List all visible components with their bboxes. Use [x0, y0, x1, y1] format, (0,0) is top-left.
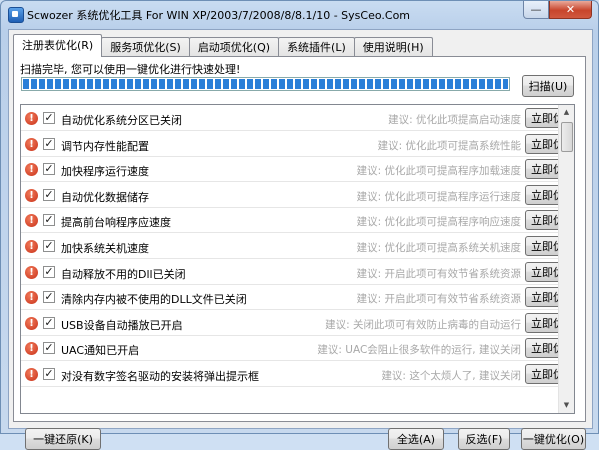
list-item: ! ✓ 加快程序运行速度 建议: 优化此项可提高程序加载速度 立即优化 [21, 157, 574, 183]
restore-button[interactable]: 一键还原(K) [25, 428, 101, 450]
item-label: 加快系统关机速度 [61, 242, 149, 255]
list-item: ! ✓ 调节内存性能配置 建议: 优化此项可提高系统性能 立即优化 [21, 132, 574, 157]
list-item: ! ✓ 加快系统关机速度 建议: 优化此项可提高系统关机速度 立即优化 [21, 234, 574, 259]
warning-icon: ! [25, 137, 38, 151]
scroll-down-icon[interactable]: ▼ [559, 398, 574, 413]
item-checkbox[interactable]: ✓ [43, 291, 55, 304]
progress-fill [23, 79, 508, 89]
list-item: ! ✓ USB设备自动播放已开启 建议: 关闭此项可有效防止病毒的自动运行 立即优化 [21, 311, 574, 336]
item-label: 自动优化系统分区已关闭 [61, 114, 182, 127]
warning-icon: ! [25, 188, 38, 202]
optimization-list: ! ✓ 自动优化系统分区已关闭 建议: 优化此项提高启动速度 立即优化! ✓ 调节内存性能配… [20, 104, 575, 414]
select-all-button[interactable]: 全选(A) [388, 428, 444, 450]
minimize-button[interactable]: — [523, 1, 549, 19]
warning-icon: ! [25, 112, 38, 125]
list-item: ! ✓ 自动优化系统分区已关闭 建议: 优化此项提高启动速度 立即优化 [21, 106, 574, 131]
item-checkbox[interactable]: ✓ [43, 265, 55, 278]
window-title: Scwozer 系统优化工具 For WIN XP/2003/7/2008/8/… [27, 9, 411, 22]
tab-bar: 注册表优化(R) 服务项优化(S) 启动项优化(Q) 系统插件(L) 使用说明(… [13, 34, 433, 57]
tab-help[interactable]: 使用说明(H) [353, 37, 433, 57]
item-advice: 建议: 优化此项可提高程序加载速度 [356, 165, 521, 178]
warning-icon: ! [25, 163, 38, 177]
item-checkbox[interactable]: ✓ [43, 163, 55, 176]
warning-icon: ! [25, 214, 38, 228]
warning-icon: ! [25, 316, 38, 330]
list-item: ! ✓ UAC通知已开启 建议: UAC会阻止很多软件的运行, 建议关闭 立即优化 [21, 336, 574, 362]
tab-registry[interactable]: 注册表优化(R) [13, 34, 103, 57]
scroll-thumb[interactable] [561, 122, 573, 152]
main-window: Scwozer 系统优化工具 For WIN XP/2003/7/2008/8/… [0, 0, 599, 450]
registry-panel: 扫描完毕, 您可以使用一键优化进行快速处理! 扫描(U) ! ✓ 自动优化系统分区已… [13, 56, 586, 450]
item-label: 清除内存内被不使用的DLL文件已关闭 [61, 293, 247, 307]
warning-icon: ! [25, 368, 38, 381]
item-checkbox[interactable]: ✓ [43, 368, 55, 380]
vertical-scrollbar[interactable]: ▲ ▼ [558, 105, 574, 413]
tab-startup[interactable]: 启动项优化(Q) [188, 37, 280, 57]
warning-icon: ! [25, 342, 38, 356]
item-advice: 建议: 优化此项提高启动速度 [388, 114, 521, 126]
item-advice: 建议: 这个太烦人了, 建议关闭 [381, 370, 521, 382]
item-checkbox[interactable]: ✓ [43, 112, 55, 124]
item-advice: 建议: UAC会阻止很多软件的运行, 建议关闭 [317, 344, 521, 357]
list-item: ! ✓ 清除内存内被不使用的DLL文件已关闭 建议: 开启此项可有效节省系统资源 立即优… [21, 285, 574, 311]
item-checkbox[interactable]: ✓ [43, 316, 55, 329]
item-checkbox[interactable]: ✓ [43, 137, 55, 150]
tab-plugins[interactable]: 系统插件(L) [278, 37, 355, 57]
item-label: 自动释放不用的Dll已关闭 [61, 267, 186, 281]
item-checkbox[interactable]: ✓ [43, 188, 55, 201]
item-advice: 建议: 优化此项可提高程序响应速度 [356, 216, 521, 229]
tab-services[interactable]: 服务项优化(S) [101, 37, 190, 57]
app-icon [8, 7, 24, 23]
item-advice: 建议: 开启此项可有效节省系统资源 [356, 293, 521, 306]
list-item: ! ✓ 对没有数字签名驱动的安装将弹出提示框 建议: 这个太烦人了, 建议关闭 立即优化 [21, 362, 574, 387]
item-advice: 建议: 关闭此项可有效防止病毒的自动运行 [325, 318, 521, 331]
invert-selection-button[interactable]: 反选(F) [458, 428, 510, 450]
client-area: 注册表优化(R) 服务项优化(S) 启动项优化(Q) 系统插件(L) 使用说明(… [8, 29, 593, 450]
scroll-up-icon[interactable]: ▲ [559, 105, 574, 120]
list-item: ! ✓ 提高前台响程序应速度 建议: 优化此项可提高程序响应速度 立即优化 [21, 208, 574, 234]
item-label: 自动优化数据储存 [61, 190, 149, 204]
item-advice: 建议: 优化此项可提高系统性能 [377, 139, 521, 152]
warning-icon: ! [25, 265, 38, 279]
optimize-all-button[interactable]: 一键优化(O) [521, 428, 586, 450]
item-checkbox[interactable]: ✓ [43, 214, 55, 227]
item-label: USB设备自动播放已开启 [61, 318, 183, 332]
item-label: 提高前台响程序应速度 [61, 216, 171, 230]
item-label: 加快程序运行速度 [61, 165, 149, 179]
window-controls: — ✕ [523, 1, 592, 19]
item-checkbox[interactable]: ✓ [43, 342, 55, 355]
item-advice: 建议: 优化此项可提高系统关机速度 [356, 242, 521, 254]
scan-progress-bar [21, 77, 510, 91]
item-label: 调节内存性能配置 [61, 139, 149, 153]
list-item: ! ✓ 自动释放不用的Dll已关闭 建议: 开启此项可有效节省系统资源 立即优化 [21, 260, 574, 285]
warning-icon: ! [25, 240, 38, 253]
item-advice: 建议: 开启此项可有效节省系统资源 [356, 267, 521, 280]
item-checkbox[interactable]: ✓ [43, 240, 55, 252]
scan-button[interactable]: 扫描(U) [522, 75, 574, 97]
list-item: ! ✓ 自动优化数据储存 建议: 优化此项可提高程序运行速度 立即优化 [21, 183, 574, 208]
item-advice: 建议: 优化此项可提高程序运行速度 [356, 190, 521, 203]
item-label: 对没有数字签名驱动的安装将弹出提示框 [61, 370, 259, 383]
item-label: UAC通知已开启 [61, 344, 140, 358]
warning-icon: ! [25, 291, 38, 305]
close-button[interactable]: ✕ [549, 1, 592, 19]
status-text: 扫描完毕, 您可以使用一键优化进行快速处理! [20, 63, 241, 76]
title-bar[interactable]: Scwozer 系统优化工具 For WIN XP/2003/7/2008/8/… [1, 1, 598, 27]
